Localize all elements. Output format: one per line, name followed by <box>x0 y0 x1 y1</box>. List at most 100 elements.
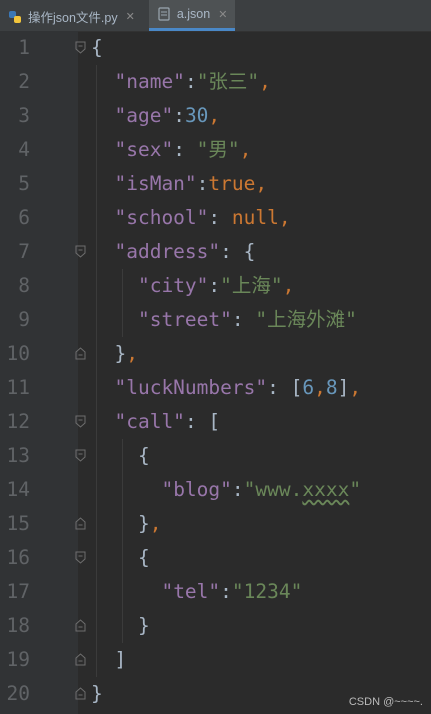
fold-collapse-icon[interactable] <box>75 415 86 428</box>
code-token: "name" <box>114 70 185 93</box>
fold-end-icon[interactable] <box>75 619 86 632</box>
fold-end-icon[interactable] <box>75 653 86 666</box>
json-file-icon <box>157 7 171 21</box>
code-token: { <box>243 240 256 263</box>
code-token: { <box>91 36 103 59</box>
code-line[interactable]: 3 "age":30, <box>0 99 431 133</box>
fold-end-icon[interactable] <box>75 687 86 700</box>
code-token: "school" <box>114 206 209 229</box>
code-line[interactable]: 15 }, <box>0 507 431 541</box>
code-line[interactable]: 14 "blog":"www.xxxx" <box>0 473 431 507</box>
line-number: 13 <box>6 444 30 467</box>
fold-end-icon[interactable] <box>75 347 86 360</box>
code-line[interactable]: 10 }, <box>0 337 431 371</box>
code-line[interactable]: 4 "sex": "男", <box>0 133 431 167</box>
fold-end-icon[interactable] <box>75 517 86 530</box>
close-icon[interactable]: ✕ <box>218 8 227 21</box>
code-line[interactable]: 12 "call": [ <box>0 405 431 439</box>
code-token: 30 <box>184 104 209 127</box>
line-number: 10 <box>6 342 30 365</box>
python-file-icon <box>8 10 22 24</box>
code-token: [ <box>290 376 303 399</box>
code-token: [ <box>208 410 221 433</box>
code-token: , <box>239 138 252 161</box>
line-number: 14 <box>6 478 30 501</box>
code-token: "blog" <box>161 478 232 501</box>
code-token: "1234" <box>231 580 303 603</box>
code-token: } <box>137 512 150 535</box>
code-token: ] <box>337 376 350 399</box>
code-line[interactable]: 18 } <box>0 609 431 643</box>
code-text: "isMan":true, <box>91 167 267 201</box>
code-token: : <box>184 410 209 433</box>
fold-collapse-icon[interactable] <box>75 245 86 258</box>
code-token: } <box>91 682 103 705</box>
tab-python-file[interactable]: 操作json文件.py ✕ <box>0 2 143 31</box>
code-token: "www. <box>243 478 303 501</box>
code-token: , <box>149 512 162 535</box>
code-line[interactable]: 7 "address": { <box>0 235 431 269</box>
tab-label: 操作json文件.py <box>28 11 118 25</box>
code-text: "call": [ <box>91 405 220 439</box>
fold-collapse-icon[interactable] <box>75 41 86 54</box>
tab-label: a.json <box>176 7 211 21</box>
code-token: ] <box>114 648 127 671</box>
code-token: , <box>255 172 268 195</box>
code-token: , <box>314 376 326 399</box>
line-number: 6 <box>18 206 30 229</box>
code-token: 8 <box>325 376 338 399</box>
code-line[interactable]: 8 "city":"上海", <box>0 269 431 303</box>
code-token: "luckNumbers" <box>114 376 268 399</box>
code-line[interactable]: 17 "tel":"1234" <box>0 575 431 609</box>
line-number: 3 <box>18 104 30 127</box>
code-line[interactable]: 1{ <box>0 31 431 65</box>
line-number: 5 <box>18 172 30 195</box>
line-number: 15 <box>6 512 30 535</box>
line-number: 2 <box>18 70 30 93</box>
code-line[interactable]: 9 "street": "上海外滩" <box>0 303 431 337</box>
code-text: "luckNumbers": [6,8], <box>91 371 361 405</box>
line-number: 7 <box>18 240 30 263</box>
code-token: "tel" <box>161 580 221 603</box>
code-token: : <box>196 172 209 195</box>
code-token: "street" <box>137 308 232 331</box>
code-text: { <box>91 541 150 575</box>
indent-guide <box>96 65 97 677</box>
code-line[interactable]: 5 "isMan":true, <box>0 167 431 201</box>
code-line[interactable]: 2 "name":"张三", <box>0 65 431 99</box>
code-line[interactable]: 19 ] <box>0 643 431 677</box>
code-token: "age" <box>114 104 174 127</box>
tab-json-file[interactable]: a.json ✕ <box>148 0 236 31</box>
code-line[interactable]: 6 "school": null, <box>0 201 431 235</box>
code-token: : <box>220 240 244 263</box>
code-token: : <box>173 138 197 161</box>
code-token: : <box>220 580 232 603</box>
line-number: 19 <box>6 648 30 671</box>
code-editor[interactable]: 1{2 "name":"张三", 3 "age":30, 4 "sex": "男",… <box>0 31 431 714</box>
fold-collapse-icon[interactable] <box>75 551 86 564</box>
code-token: null <box>231 206 279 229</box>
line-number: 9 <box>18 308 30 331</box>
code-token: { <box>137 546 150 569</box>
fold-collapse-icon[interactable] <box>75 449 86 462</box>
code-line[interactable]: 16 { <box>0 541 431 575</box>
code-text: "school": null, <box>91 201 290 235</box>
code-token: "call" <box>114 410 185 433</box>
code-text: "blog":"www.xxxx" <box>91 473 361 507</box>
close-icon[interactable]: ✕ <box>126 10 135 23</box>
code-token: "isMan" <box>114 172 197 195</box>
code-text: }, <box>91 337 138 371</box>
code-line[interactable]: 11 "luckNumbers": [6,8], <box>0 371 431 405</box>
code-text: } <box>91 609 150 643</box>
code-line[interactable]: 13 { <box>0 439 431 473</box>
code-token: , <box>208 104 221 127</box>
